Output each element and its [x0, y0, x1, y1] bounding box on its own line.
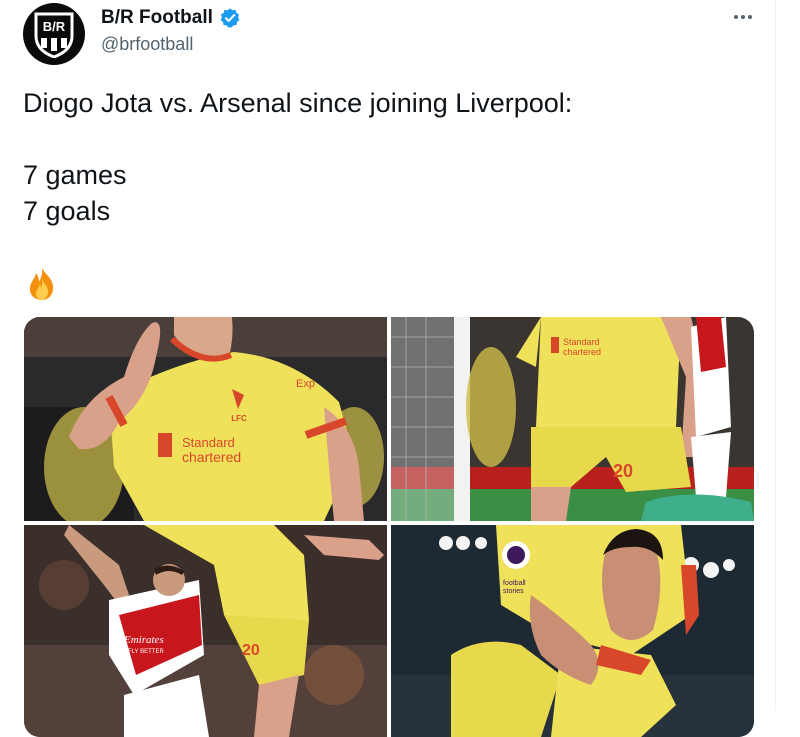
- svg-text:Standard: Standard: [563, 337, 600, 347]
- svg-text:chartered: chartered: [563, 347, 601, 357]
- svg-text:FLY BETTER: FLY BETTER: [128, 649, 164, 655]
- svg-text:LFC: LFC: [231, 414, 247, 423]
- photo-4-image: football stories: [391, 525, 754, 737]
- photo-1[interactable]: LFC Standard chartered Exp: [24, 317, 387, 521]
- photo-3[interactable]: Emirates FLY BETTER 20: [24, 525, 387, 737]
- tweet-card: B/R B/R Football @brfootball Diogo Jota …: [0, 0, 776, 737]
- media-grid: LFC Standard chartered Exp 20 Standard c…: [24, 317, 754, 737]
- display-name[interactable]: B/R Football: [101, 7, 213, 29]
- svg-text:B/R: B/R: [43, 19, 66, 34]
- handle[interactable]: @brfootball: [101, 34, 193, 55]
- svg-text:football: football: [503, 580, 526, 587]
- svg-text:chartered: chartered: [182, 449, 241, 465]
- br-logo-icon: B/R: [34, 12, 74, 58]
- photo-4[interactable]: football stories: [391, 525, 754, 737]
- photo-1-image: LFC Standard chartered Exp: [24, 317, 387, 521]
- photo-3-image: Emirates FLY BETTER 20: [24, 525, 387, 737]
- svg-text:20: 20: [613, 461, 633, 481]
- tweet-text-line-1: Diogo Jota vs. Arsenal since joining Liv…: [23, 88, 573, 118]
- photo-2-image: 20 Standard chartered: [391, 317, 754, 521]
- svg-text:Emirates: Emirates: [123, 634, 164, 646]
- avatar[interactable]: B/R: [23, 3, 85, 65]
- svg-text:20: 20: [242, 642, 260, 659]
- fire-emoji-icon: [29, 267, 54, 300]
- tweet-text-line-2: 7 games: [23, 160, 127, 190]
- more-dots-icon: [734, 15, 738, 19]
- photo-2[interactable]: 20 Standard chartered: [391, 317, 754, 521]
- more-options-button[interactable]: [728, 4, 758, 30]
- svg-text:Exp: Exp: [296, 378, 315, 390]
- tweet-text-line-3: 7 goals: [23, 196, 111, 226]
- verified-badge-icon: [220, 8, 240, 28]
- svg-text:Standard: Standard: [182, 435, 235, 450]
- svg-text:stories: stories: [503, 588, 524, 595]
